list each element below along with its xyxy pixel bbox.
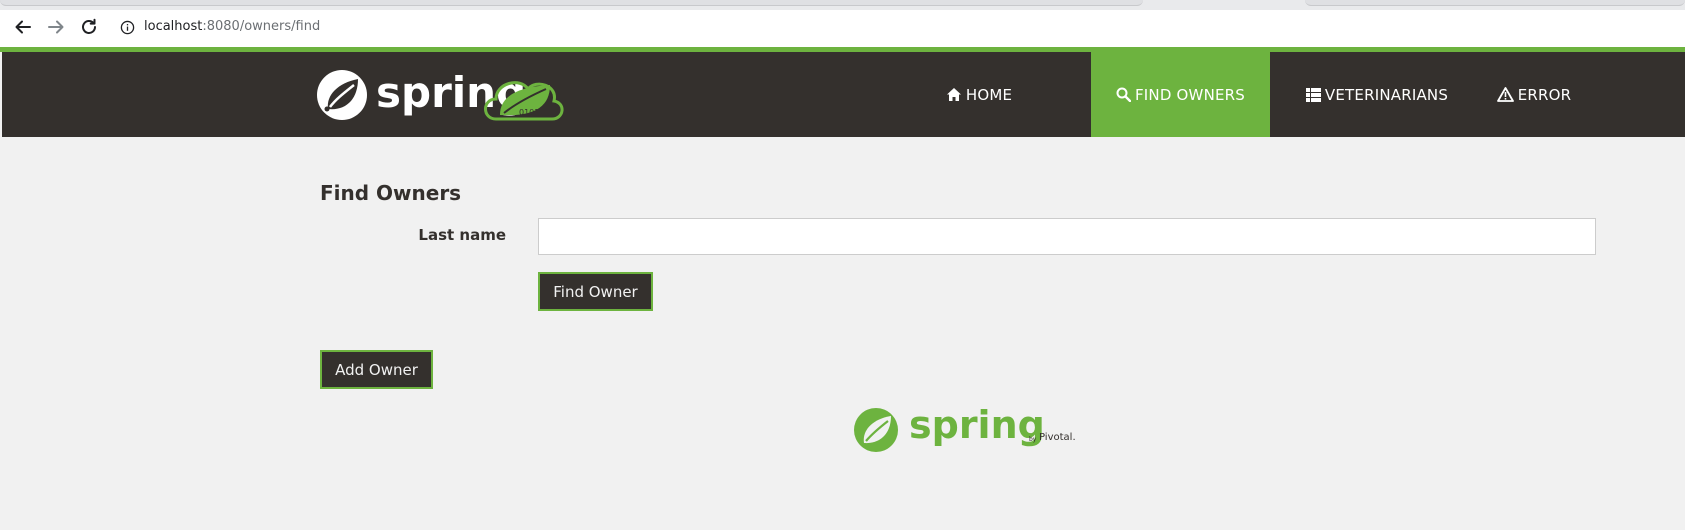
back-arrow-icon [15, 20, 31, 34]
footer-by-text: by [1029, 436, 1037, 443]
search-icon [1116, 87, 1131, 102]
footer-wordmark: spring [909, 406, 1045, 447]
forward-button[interactable] [43, 14, 69, 40]
nav-item-find-owners[interactable]: FIND OWNERS [1091, 52, 1270, 137]
url-text[interactable]: localhost:8080/owners/find [144, 19, 320, 34]
spring-brand-logo[interactable]: spring 0101 [314, 65, 569, 123]
reload-button[interactable] [76, 14, 102, 40]
address-bar[interactable]: localhost:8080/owners/find [110, 12, 1685, 42]
warning-icon [1496, 87, 1514, 102]
last-name-input[interactable] [538, 218, 1596, 255]
add-owner-button[interactable]: Add Owner [320, 350, 433, 389]
spring-by-pivotal-logo: spring by Pivotal. [854, 406, 1075, 452]
url-path: :8080/owners/find [202, 19, 321, 34]
nav-item-veterinarians[interactable]: VETERINARIANS [1282, 52, 1472, 137]
nav-label: HOME [965, 85, 1013, 104]
tab-strip [0, 0, 1685, 10]
browser-tab[interactable] [1305, 0, 1685, 6]
back-button[interactable] [10, 14, 36, 40]
page-title: Find Owners [320, 181, 462, 205]
url-host: localhost [144, 19, 203, 34]
list-icon [1305, 87, 1321, 102]
nav-item-home[interactable]: HOME [922, 52, 1036, 137]
nav-label: VETERINARIANS [1324, 85, 1449, 104]
brand-badge-text: 0101 [519, 108, 539, 117]
spring-leaf-icon [317, 70, 367, 120]
nav-label: ERROR [1517, 85, 1572, 104]
forward-arrow-icon [48, 20, 64, 34]
browser-tab[interactable] [0, 0, 1143, 6]
site-info-icon[interactable] [120, 20, 135, 35]
reload-icon [82, 18, 96, 34]
home-icon [946, 88, 961, 101]
nav-item-error[interactable]: ERROR [1478, 52, 1590, 137]
find-owner-button[interactable]: Find Owner [538, 272, 653, 311]
navbar: spring 0101 HOME FIND OWNERS VETERINARIA… [2, 52, 1685, 137]
spring-leaf-icon [854, 408, 898, 452]
browser-chrome: localhost:8080/owners/find [0, 0, 1685, 52]
last-name-label: Last name [418, 226, 506, 244]
footer-pivotal-text: Pivotal. [1039, 432, 1075, 443]
nav-label: FIND OWNERS [1134, 85, 1246, 104]
